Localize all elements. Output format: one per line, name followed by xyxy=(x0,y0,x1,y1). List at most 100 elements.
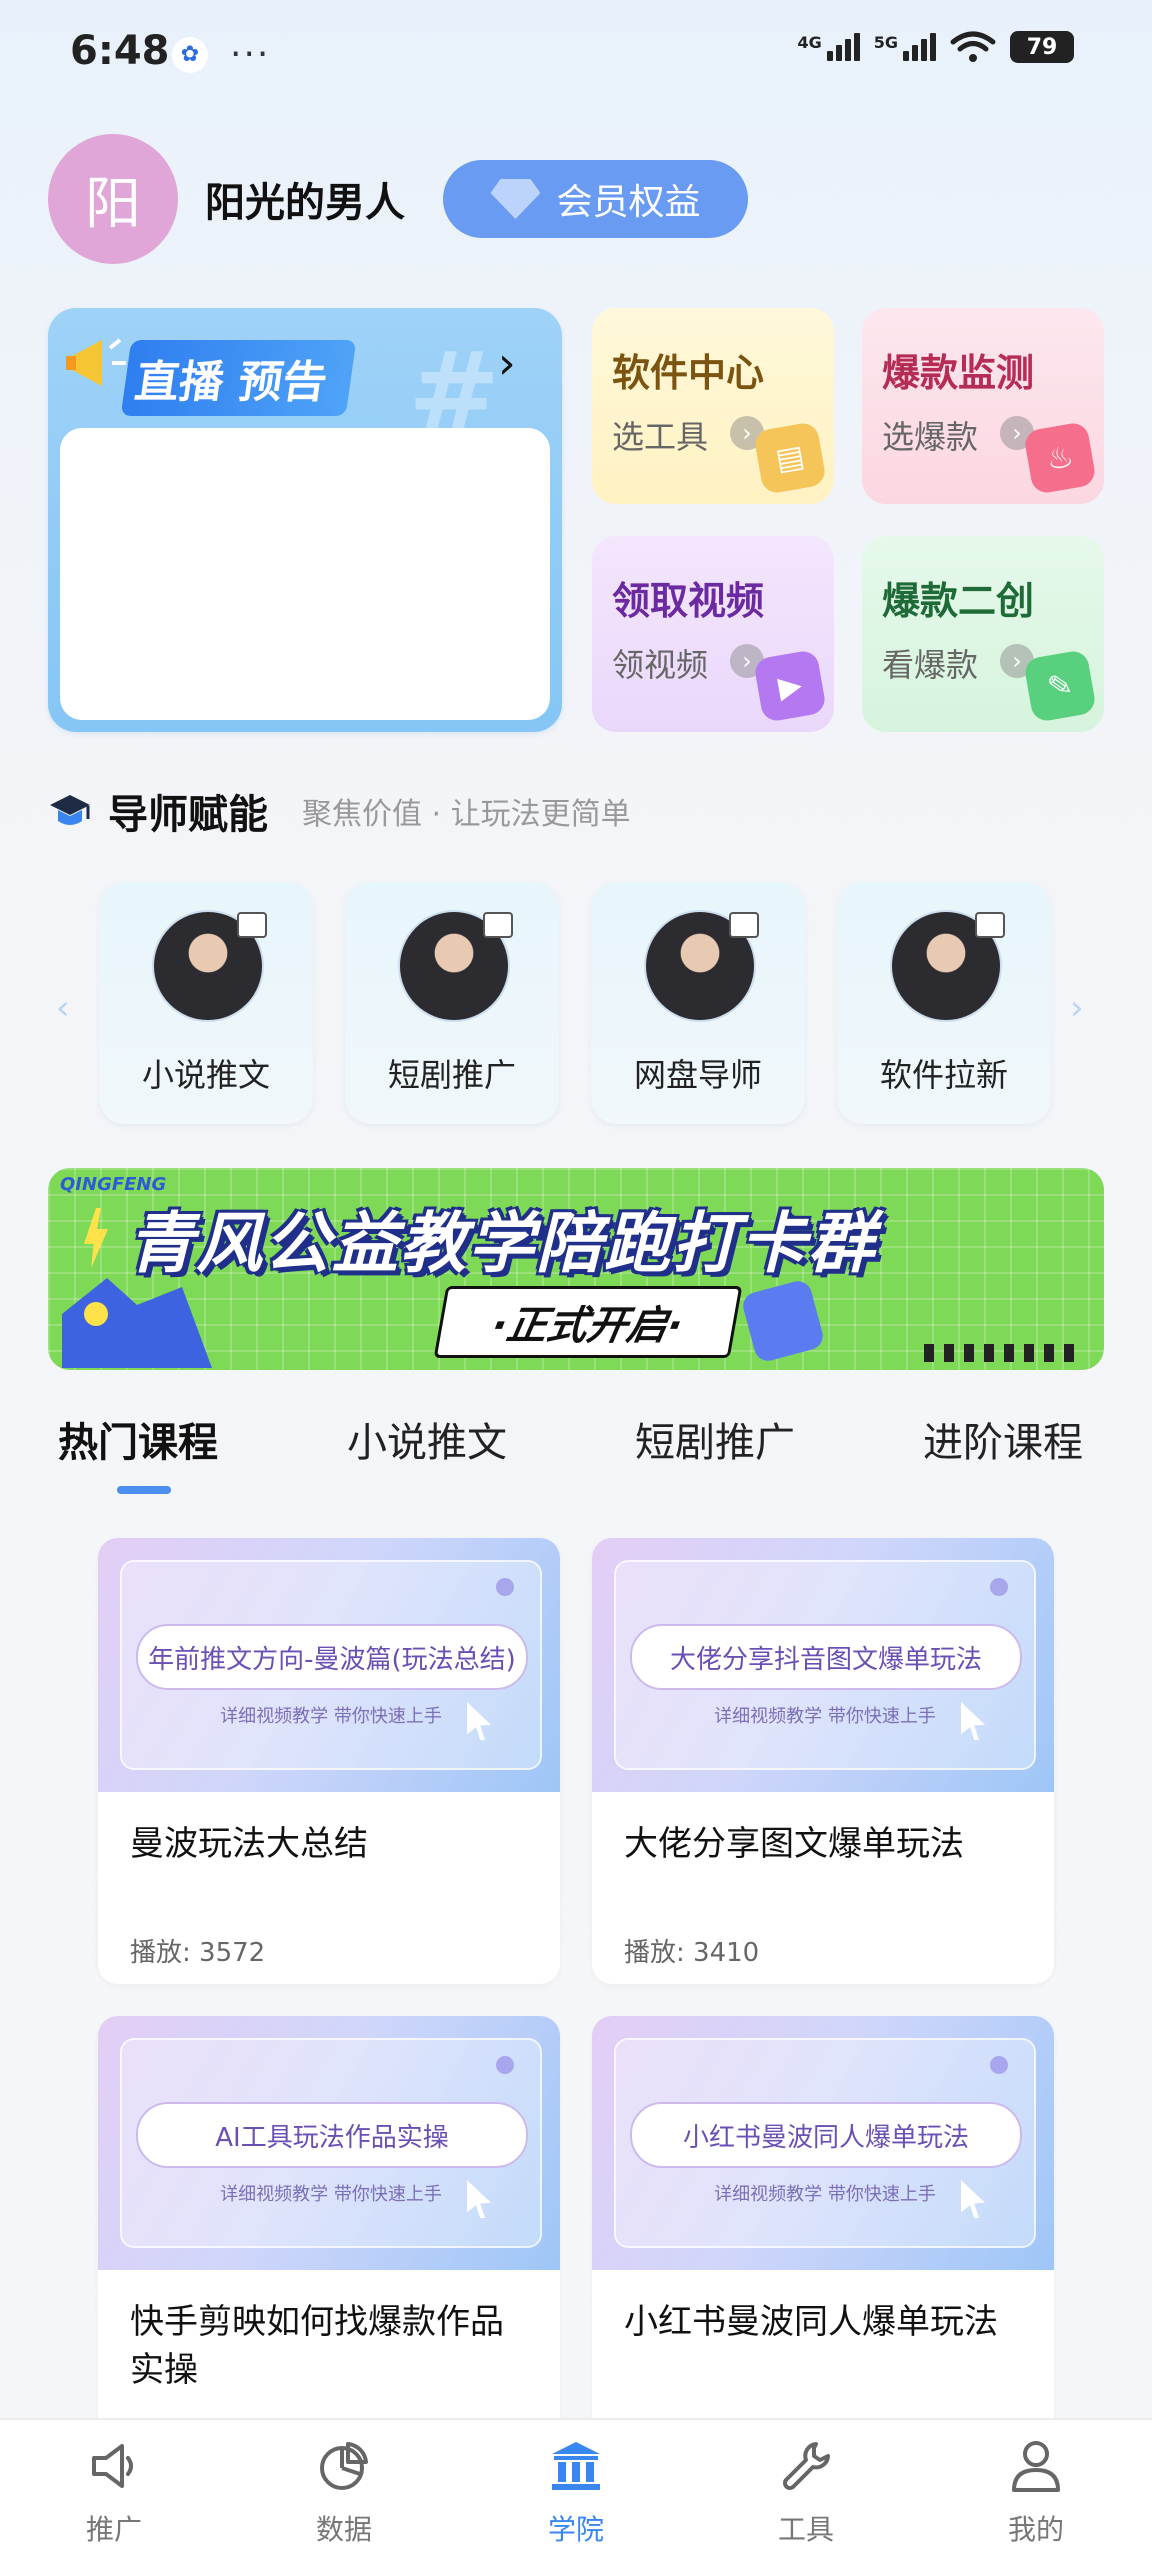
chevron-right-icon[interactable]: › xyxy=(498,338,516,389)
mentor-section-header: 导师赋能 聚焦价值 · 让玩法更简单 xyxy=(48,782,631,840)
network-label-2: 5G xyxy=(873,33,898,52)
thumb-title: AI工具玩法作品实操 xyxy=(136,2102,528,2168)
tile-title: 软件中心 xyxy=(612,351,765,395)
toolbox-icon: ▤ xyxy=(752,420,828,496)
mentor-card[interactable]: 网盘导师 xyxy=(591,882,805,1124)
username: 阳光的男人 xyxy=(205,180,405,226)
tab-novel[interactable]: 小说推文 xyxy=(347,1410,507,1468)
course-card[interactable]: 年前推文方向-曼波篇(玩法总结) 详细视频教学 带你快速上手 曼波玩法大总结 播… xyxy=(98,1538,560,1984)
tile-subtitle: 领视频 xyxy=(612,646,709,684)
person-icon xyxy=(1012,2441,1060,2492)
tile-hot-remix[interactable]: 爆款二创 看爆款 › ✎ xyxy=(862,536,1104,732)
banner-title: 青风公益教学陪跑打卡群 xyxy=(128,1205,876,1282)
video-badge-icon xyxy=(483,912,513,938)
mentor-card[interactable]: 小说推文 xyxy=(99,882,313,1124)
diamond-icon xyxy=(490,179,541,219)
tile-subtitle: 看爆款 xyxy=(882,646,979,684)
promo-banner[interactable]: QINGFENG 青风公益教学陪跑打卡群 ·正式开启· xyxy=(48,1168,1104,1370)
course-title: 大佬分享图文爆单玩法 xyxy=(624,1824,964,1864)
play-folder-icon: ▶ xyxy=(752,648,828,724)
nav-label: 我的 xyxy=(1007,2513,1064,2546)
tab-advanced[interactable]: 进阶课程 xyxy=(923,1410,1083,1468)
status-right: 4G 5G 79 xyxy=(797,30,1074,64)
wrench-icon xyxy=(783,2442,830,2490)
chevron-left-icon[interactable]: ‹ xyxy=(56,988,70,1028)
mentor-name: 小说推文 xyxy=(141,1056,270,1094)
course-title: 快手剪映如何找爆款作品实操 xyxy=(130,2302,504,2390)
banner-pill: ·正式开启· xyxy=(433,1286,743,1358)
course-thumbnail: 大佬分享抖音图文爆单玩法 详细视频教学 带你快速上手 xyxy=(592,1538,1054,1792)
course-card[interactable]: AI工具玩法作品实操 详细视频教学 带你快速上手 快手剪映如何找爆款作品实操 xyxy=(98,2016,560,2462)
baidu-paw-icon: ✿ xyxy=(172,36,208,73)
wifi-icon xyxy=(950,31,996,62)
nav-item-promote[interactable]: 推广 xyxy=(44,2436,184,2548)
tab-hot-courses[interactable]: 热门课程 xyxy=(58,1410,218,1468)
graduation-cap-icon xyxy=(50,795,90,825)
course-thumbnail: 年前推文方向-曼波篇(玩法总结) 详细视频教学 带你快速上手 xyxy=(98,1538,560,1792)
fist-trophy-icon xyxy=(740,1278,826,1364)
live-preview-card[interactable]: # 直播 预告 › xyxy=(48,308,562,732)
live-preview-title: 直播 预告 xyxy=(120,340,357,416)
video-badge-icon xyxy=(975,912,1005,938)
academy-icon xyxy=(552,2442,600,2490)
megaphone-icon xyxy=(66,338,126,386)
mentor-section-title: 导师赋能 xyxy=(108,792,268,838)
thumb-title: 小红书曼波同人爆单玩法 xyxy=(630,2102,1022,2168)
thumb-title: 年前推文方向-曼波篇(玩法总结) xyxy=(136,1624,528,1690)
banner-decoration xyxy=(62,1278,212,1368)
nav-label: 推广 xyxy=(85,2513,142,2546)
tile-subtitle: 选爆款 xyxy=(882,418,979,456)
video-badge-icon xyxy=(237,912,267,938)
mentor-section-subtitle: 聚焦价值 · 让玩法更简单 xyxy=(302,797,631,832)
course-title: 小红书曼波同人爆单玩法 xyxy=(624,2302,998,2342)
active-tab-indicator xyxy=(117,1486,171,1494)
nav-item-academy[interactable]: 学院 xyxy=(506,2436,646,2548)
checker-decoration xyxy=(924,1344,1084,1362)
course-card[interactable]: 小红书曼波同人爆单玩法 详细视频教学 带你快速上手 小红书曼波同人爆单玩法 xyxy=(592,2016,1054,2462)
signal-5g-icon: 5G xyxy=(874,33,936,61)
nav-item-me[interactable]: 我的 xyxy=(966,2436,1106,2548)
nav-label: 学院 xyxy=(547,2513,604,2546)
tile-title: 爆款二创 xyxy=(882,579,1035,623)
status-left-icons: ✿ ··· xyxy=(172,34,270,75)
bottom-nav: 推广 数据 学院 工具 我的 xyxy=(0,2418,1152,2560)
course-card[interactable]: 大佬分享抖音图文爆单玩法 详细视频教学 带你快速上手 大佬分享图文爆单玩法 播放… xyxy=(592,1538,1054,1984)
nav-label: 工具 xyxy=(777,2513,834,2546)
course-tabs: 热门课程 小说推文 短剧推广 进阶课程 xyxy=(0,1410,1152,1490)
tile-hot-monitor[interactable]: 爆款监测 选爆款 › ♨ xyxy=(862,308,1104,504)
tile-title: 爆款监测 xyxy=(882,351,1035,395)
mentor-name: 网盘导师 xyxy=(633,1056,762,1094)
mentor-name: 软件拉新 xyxy=(879,1056,1008,1094)
chevron-right-icon[interactable]: › xyxy=(1070,988,1084,1028)
status-time: 6:48 xyxy=(70,28,170,74)
tile-title: 领取视频 xyxy=(612,579,765,623)
course-thumbnail: 小红书曼波同人爆单玩法 详细视频教学 带你快速上手 xyxy=(592,2016,1054,2270)
video-badge-icon xyxy=(729,912,759,938)
nav-item-data[interactable]: 数据 xyxy=(274,2436,414,2548)
edit-note-icon: ✎ xyxy=(1022,648,1098,724)
mentor-card[interactable]: 短剧推广 xyxy=(345,882,559,1124)
avatar[interactable]: 阳 xyxy=(48,134,178,264)
tile-software-center[interactable]: 软件中心 选工具 › ▤ xyxy=(592,308,834,504)
nav-label: 数据 xyxy=(315,2513,372,2546)
vip-label: 会员权益 xyxy=(556,182,701,223)
tile-get-video[interactable]: 领取视频 领视频 › ▶ xyxy=(592,536,834,732)
vip-benefits-button[interactable]: 会员权益 xyxy=(443,160,748,238)
course-plays: 播放: 3410 xyxy=(624,1938,760,1968)
mentor-name: 短剧推广 xyxy=(387,1056,516,1094)
nav-item-tools[interactable]: 工具 xyxy=(736,2436,876,2548)
course-title: 曼波玩法大总结 xyxy=(130,1824,368,1864)
course-thumbnail: AI工具玩法作品实操 详细视频教学 带你快速上手 xyxy=(98,2016,560,2270)
more-dots-icon: ··· xyxy=(230,34,271,75)
banner-dot-decoration xyxy=(84,1302,108,1326)
tab-short-drama[interactable]: 短剧推广 xyxy=(635,1410,795,1468)
course-plays: 播放: 3572 xyxy=(130,1938,266,1968)
live-content-area xyxy=(60,428,550,720)
signal-4g-icon: 4G xyxy=(797,33,860,61)
lightning-icon xyxy=(84,1208,108,1268)
pie-chart-icon xyxy=(320,2442,368,2490)
mentor-card[interactable]: 软件拉新 xyxy=(837,882,1051,1124)
thumb-title: 大佬分享抖音图文爆单玩法 xyxy=(630,1624,1022,1690)
tile-subtitle: 选工具 xyxy=(612,418,709,456)
battery-icon: 79 xyxy=(1010,31,1074,63)
